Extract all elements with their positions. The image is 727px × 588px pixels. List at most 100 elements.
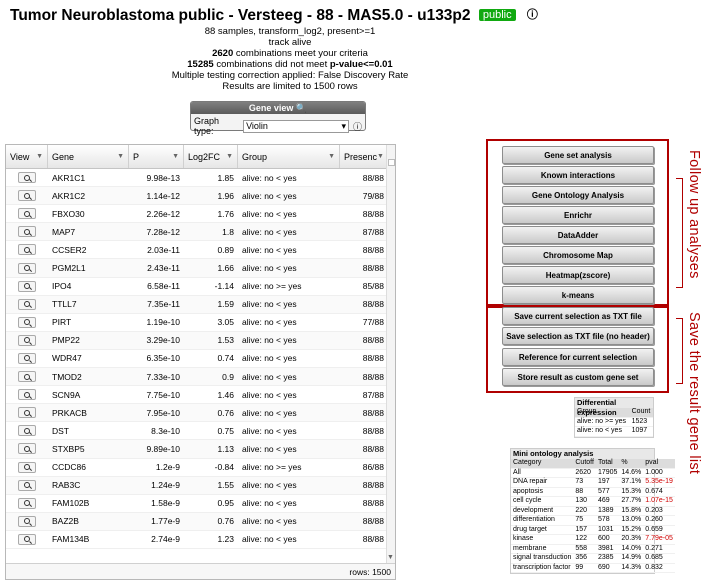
col-header-p[interactable]: P ▼ xyxy=(129,145,184,168)
sort-arrow-icon[interactable]: ▼ xyxy=(226,153,233,160)
followup-gene-set-analysis-button[interactable]: Gene set analysis xyxy=(502,146,654,164)
ontology-cell: 73 xyxy=(573,477,596,488)
table-row[interactable]: RAB3C 1.24e-9 1.55 alive: no < yes 88/88 xyxy=(6,476,388,495)
sort-arrow-icon[interactable]: ▼ xyxy=(117,153,124,160)
summary-line-meet: 2620 combinations meet your criteria xyxy=(140,48,440,59)
view-button[interactable] xyxy=(18,172,36,184)
table-row[interactable]: TTLL7 7.35e-11 1.59 alive: no < yes 88/88 xyxy=(6,295,388,314)
table-row[interactable]: development 220 1389 15.8% 0.203 xyxy=(511,506,675,516)
table-row[interactable]: membrane 558 3981 14.0% 0.271 xyxy=(511,544,675,554)
magnifier-icon xyxy=(24,265,30,272)
table-row[interactable]: WDR47 6.35e-10 0.74 alive: no < yes 88/88 xyxy=(6,350,388,369)
view-button[interactable] xyxy=(18,515,36,527)
table-row[interactable]: IPO4 6.58e-11 -1.14 alive: no >= yes 85/88 xyxy=(6,278,388,296)
table-row[interactable]: PMP22 3.29e-10 1.53 alive: no < yes 88/88 xyxy=(6,331,388,350)
table-row[interactable]: kinase 122 600 20.3% 7.79e-05 xyxy=(511,534,675,545)
view-button[interactable] xyxy=(18,352,36,364)
view-button[interactable] xyxy=(18,226,36,238)
followup-gene-ontology-analysis-button[interactable]: Gene Ontology Analysis xyxy=(502,186,654,204)
table-row[interactable]: PRKACB 7.95e-10 0.76 alive: no < yes 88/88 xyxy=(6,404,388,423)
table-row[interactable]: apoptosis 88 577 15.3% 0.674 xyxy=(511,487,675,497)
table-row[interactable]: SCN9A 7.75e-10 1.46 alive: no < yes 87/88 xyxy=(6,386,388,405)
followup-dataadder-button[interactable]: DataAdder xyxy=(502,226,654,244)
table-row[interactable]: DST 8.3e-10 0.75 alive: no < yes 88/88 xyxy=(6,422,388,441)
followup-chromosome-map-button[interactable]: Chromosome Map xyxy=(502,246,654,264)
table-row[interactable]: PGM2L1 2.43e-11 1.66 alive: no < yes 88/88 xyxy=(6,259,388,278)
table-row[interactable]: All 2620 17905 14.6% 1.000 xyxy=(511,468,675,478)
table-row[interactable]: drug target 157 1031 15.2% 0.659 xyxy=(511,525,675,535)
followup-heatmap-zscore-button[interactable]: Heatmap(zscore) xyxy=(502,266,654,284)
table-row[interactable]: AKR1C2 1.14e-12 1.96 alive: no < yes 79/88 xyxy=(6,187,388,206)
view-button[interactable] xyxy=(18,407,36,419)
view-button[interactable] xyxy=(18,479,36,491)
view-button[interactable] xyxy=(18,244,36,256)
followup-known-interactions-button[interactable]: Known interactions xyxy=(502,166,654,184)
view-button[interactable] xyxy=(18,389,36,401)
followup-enrichr-button[interactable]: Enrichr xyxy=(502,206,654,224)
view-button[interactable] xyxy=(18,443,36,455)
table-row[interactable]: CCSER2 2.03e-11 0.89 alive: no < yes 88/88 xyxy=(6,241,388,260)
view-button[interactable] xyxy=(18,497,36,509)
info-icon[interactable]: ⓘ xyxy=(527,6,538,22)
p-value-cell: 7.28e-12 xyxy=(146,226,180,237)
table-row[interactable]: FBXO30 2.26e-12 1.76 alive: no < yes 88/88 xyxy=(6,205,388,224)
table-row[interactable]: transcription factor 99 690 14.3% 0.832 xyxy=(511,563,675,573)
col-header-log2fc[interactable]: Log2FC ▼ xyxy=(184,145,238,168)
graph-type-select[interactable]: Violin ▾ xyxy=(243,119,349,133)
log2fc-cell: -0.84 xyxy=(214,462,234,473)
table-row[interactable]: AKR1C1 9.98e-13 1.85 alive: no < yes 88/88 xyxy=(6,169,388,188)
followup-k-means-button[interactable]: k-means xyxy=(502,286,654,304)
save-store-result-as-custom-gene-set-button[interactable]: Store result as custom gene set xyxy=(502,367,654,386)
view-button[interactable] xyxy=(18,298,36,310)
col-header-group[interactable]: Group ▼ xyxy=(238,145,340,168)
save-reference-for-current-selection-button[interactable]: Reference for current selection xyxy=(502,347,654,366)
save-save-current-selection-as-txt-file-button[interactable]: Save current selection as TXT file xyxy=(502,307,654,325)
table-row[interactable]: alive: no >= yes 1523 xyxy=(575,417,653,427)
sort-arrow-icon[interactable]: ▼ xyxy=(328,153,335,160)
table-row[interactable]: TMOD2 7.33e-10 0.9 alive: no < yes 88/88 xyxy=(6,368,388,387)
view-button[interactable] xyxy=(18,334,36,346)
table-row[interactable]: CCDC86 1.2e-9 -0.84 alive: no >= yes 86/88 xyxy=(6,459,388,477)
grid-scrollbar[interactable]: ▼ xyxy=(386,145,395,565)
ontology-cell: signal transduction xyxy=(511,553,574,564)
ontology-cell: 0.260 xyxy=(643,515,675,526)
view-button[interactable] xyxy=(18,190,36,202)
table-row[interactable]: DNA repair 73 197 37.1% 5.35e-19 xyxy=(511,477,675,488)
view-button[interactable] xyxy=(18,280,36,292)
col-header-view[interactable]: View ▼ xyxy=(6,145,48,168)
graph-info-icon[interactable]: ⓘ xyxy=(353,120,362,133)
save-annotation: Save the result gene list xyxy=(686,312,702,475)
sort-arrow-icon[interactable]: ▼ xyxy=(172,153,179,160)
table-row[interactable]: PIRT 1.19e-10 3.05 alive: no < yes 77/88 xyxy=(6,314,388,332)
col-header-gene[interactable]: Gene ▼ xyxy=(48,145,129,168)
table-row[interactable]: alive: no < yes 1097 xyxy=(575,426,653,437)
table-row[interactable]: MAP7 7.28e-12 1.8 alive: no < yes 87/88 xyxy=(6,223,388,242)
view-button[interactable] xyxy=(18,208,36,220)
group-cell: alive: no < yes xyxy=(242,443,297,454)
table-row[interactable]: STXBP5 9.89e-10 1.13 alive: no < yes 88/88 xyxy=(6,440,388,459)
magnifier-icon xyxy=(24,192,30,199)
view-cell xyxy=(6,298,48,310)
col-header-presence[interactable]: Presenc ▼ xyxy=(340,145,388,168)
view-button[interactable] xyxy=(18,262,36,274)
scroll-thumb[interactable] xyxy=(388,159,395,166)
sort-arrow-icon[interactable]: ▼ xyxy=(377,153,384,160)
log2fc-cell: 0.9 xyxy=(222,371,234,382)
group-cell: alive: no >= yes xyxy=(242,281,302,292)
view-button[interactable] xyxy=(18,316,36,328)
table-row[interactable]: cell cycle 130 469 27.7% 1.07e-15 xyxy=(511,496,675,507)
view-button[interactable] xyxy=(18,461,36,473)
view-button[interactable] xyxy=(18,425,36,437)
view-button[interactable] xyxy=(18,533,36,545)
table-row[interactable]: differentiation 75 578 13.0% 0.260 xyxy=(511,515,675,526)
scroll-down-icon[interactable]: ▼ xyxy=(387,554,394,561)
table-row[interactable]: FAM102B 1.58e-9 0.95 alive: no < yes 88/88 xyxy=(6,495,388,513)
view-cell xyxy=(6,461,48,473)
group-cell: alive: no < yes xyxy=(242,353,297,364)
sort-arrow-icon[interactable]: ▼ xyxy=(36,153,43,160)
save-save-selection-as-txt-file-no-header-button[interactable]: Save selection as TXT file (no header) xyxy=(502,327,654,346)
view-button[interactable] xyxy=(18,371,36,383)
table-row[interactable]: signal transduction 356 2385 14.9% 0.685 xyxy=(511,553,675,564)
table-row[interactable]: BAZ2B 1.77e-9 0.76 alive: no < yes 88/88 xyxy=(6,512,388,531)
table-row[interactable]: FAM134B 2.74e-9 1.23 alive: no < yes 88/88 xyxy=(6,531,388,549)
